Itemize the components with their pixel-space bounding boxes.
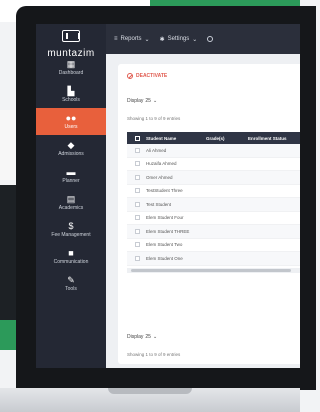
column-header-grades[interactable]: Grade(s) <box>206 136 248 141</box>
sidebar-item-label: Admissions <box>58 151 84 157</box>
users-card: DEACTIVATE Display 25 ⌄ Showing 1 to 9 o… <box>118 64 300 364</box>
student-name-cell: Elem Student THREE <box>146 228 190 234</box>
book-icon: ▬ <box>66 167 76 177</box>
laptop-screen: muntazim ▦ Dashboard ▙ Schools ●● Users … <box>36 24 300 368</box>
table-row[interactable]: Elem Student Four <box>127 212 300 225</box>
settings-menu[interactable]: ✱ Settings ⌄ <box>160 36 198 43</box>
table-header: Student Name Grade(s) Enrollment Status <box>127 132 300 144</box>
sidebar-item-schools[interactable]: ▙ Schools <box>36 81 106 108</box>
wrench-icon: ✎ <box>67 275 75 285</box>
chevron-down-icon: ⌄ <box>144 36 150 43</box>
sidebar-item-label: Dashboard <box>58 70 84 76</box>
sidebar-item-label: Tools <box>65 286 77 292</box>
reports-menu-label: Reports <box>120 36 142 42</box>
entries-info-bottom: Showing 1 to 9 of 9 entries <box>127 352 181 357</box>
table-row[interactable]: TestStudent Three <box>127 185 300 198</box>
chevron-down-icon: ⌄ <box>152 334 158 340</box>
users-icon: ●● <box>65 113 77 123</box>
sidebar-item-label: Communication <box>53 259 89 265</box>
select-all-checkbox[interactable] <box>135 135 140 141</box>
graduation-cap-icon: ◆ <box>67 140 75 150</box>
student-name-cell: Huzaifa Ahmed <box>146 161 177 167</box>
building-icon: ▙ <box>67 86 75 96</box>
ban-icon <box>127 73 133 79</box>
display-length-top: Display 25 ⌄ <box>127 98 157 104</box>
student-name-cell: Elem Student Two <box>146 242 183 248</box>
table-row[interactable]: Huzaifa Ahmed <box>127 158 300 171</box>
status-circle-icon[interactable] <box>207 36 214 42</box>
reports-menu[interactable]: ≡ Reports ⌄ <box>114 36 150 43</box>
row-checkbox[interactable] <box>135 228 140 234</box>
sidebar-item-label: Schools <box>62 97 80 103</box>
table-body: Ali Ahmed Huzaifa Ahmed Omer Ahmed TestS… <box>127 144 300 266</box>
sidebar-item-label: Academics <box>58 205 84 211</box>
gear-icon: ✱ <box>159 36 165 43</box>
chevron-down-icon: ⌄ <box>192 36 198 43</box>
page-length-select[interactable]: 25 <box>145 98 151 104</box>
chevron-down-icon: ⌄ <box>152 98 158 104</box>
scrollbar-thumb[interactable] <box>131 268 291 272</box>
settings-menu-label: Settings <box>167 36 190 42</box>
app-logo[interactable]: muntazim <box>36 24 106 59</box>
bars-icon: ≡ <box>114 36 118 42</box>
sidebar-item-label: Planner <box>62 178 80 184</box>
column-header-student-name[interactable]: Student Name <box>146 136 206 141</box>
sidebar-nav: ▦ Dashboard ▙ Schools ●● Users ◆ Admissi… <box>36 54 106 297</box>
row-checkbox[interactable] <box>135 215 140 221</box>
row-checkbox[interactable] <box>135 161 140 167</box>
display-label: Display <box>127 98 144 104</box>
sidebar-item-label: Fee Management <box>51 232 91 238</box>
id-card-icon: ▤ <box>66 194 76 204</box>
entries-info-top: Showing 1 to 9 of 9 entries <box>127 116 181 121</box>
row-checkbox[interactable] <box>135 201 140 207</box>
sidebar-item-academics[interactable]: ▤ Academics <box>36 189 106 216</box>
row-checkbox[interactable] <box>135 255 140 261</box>
row-checkbox[interactable] <box>135 147 140 153</box>
display-length-bottom: Display 25 ⌄ <box>127 334 157 340</box>
student-name-cell: Elem Student One <box>146 255 183 261</box>
sidebar-item-label: Users <box>64 124 78 130</box>
table-row[interactable]: Omer Ahmed <box>127 171 300 185</box>
horizontal-scrollbar[interactable] <box>127 267 300 273</box>
page-length-select[interactable]: 25 <box>145 334 151 340</box>
student-name-cell: Ali Ahmed <box>146 147 167 153</box>
student-name-cell: Omer Ahmed <box>146 174 173 180</box>
chat-icon: ■ <box>68 248 74 258</box>
dollar-icon: $ <box>68 221 74 231</box>
display-label: Display <box>127 334 144 340</box>
laptop-base-notch <box>108 388 192 394</box>
sidebar: muntazim ▦ Dashboard ▙ Schools ●● Users … <box>36 24 106 368</box>
table-row[interactable]: Test Student <box>127 198 300 212</box>
row-checkbox[interactable] <box>135 188 140 194</box>
grid-icon: ▦ <box>66 59 76 69</box>
row-checkbox[interactable] <box>135 242 140 248</box>
deactivate-label: DEACTIVATE <box>136 73 168 79</box>
column-header-enrollment-status[interactable]: Enrollment Status <box>248 136 287 141</box>
sidebar-item-users[interactable]: ●● Users <box>36 108 106 135</box>
table-row[interactable]: Ali Ahmed <box>127 144 300 158</box>
table-row[interactable]: Elem Student One <box>127 252 300 266</box>
sidebar-item-planner[interactable]: ▬ Planner <box>36 162 106 189</box>
student-name-cell: Elem Student Four <box>146 215 184 221</box>
deactivate-button[interactable]: DEACTIVATE <box>127 73 167 79</box>
logo-icon <box>62 30 80 42</box>
sidebar-item-communication[interactable]: ■ Communication <box>36 243 106 270</box>
sidebar-item-tools[interactable]: ✎ Tools <box>36 270 106 297</box>
table-row[interactable]: Elem Student THREE <box>127 225 300 239</box>
table-row[interactable]: Elem Student Two <box>127 239 300 252</box>
top-bar: ≡ Reports ⌄ ✱ Settings ⌄ <box>106 24 300 54</box>
logo-text: muntazim <box>47 48 95 59</box>
sidebar-item-admissions[interactable]: ◆ Admissions <box>36 135 106 162</box>
student-name-cell: Test Student <box>146 201 172 207</box>
students-table: Student Name Grade(s) Enrollment Status … <box>127 132 300 273</box>
student-name-cell: TestStudent Three <box>146 188 183 194</box>
sidebar-item-fee-management[interactable]: $ Fee Management <box>36 216 106 243</box>
row-checkbox[interactable] <box>135 174 140 180</box>
